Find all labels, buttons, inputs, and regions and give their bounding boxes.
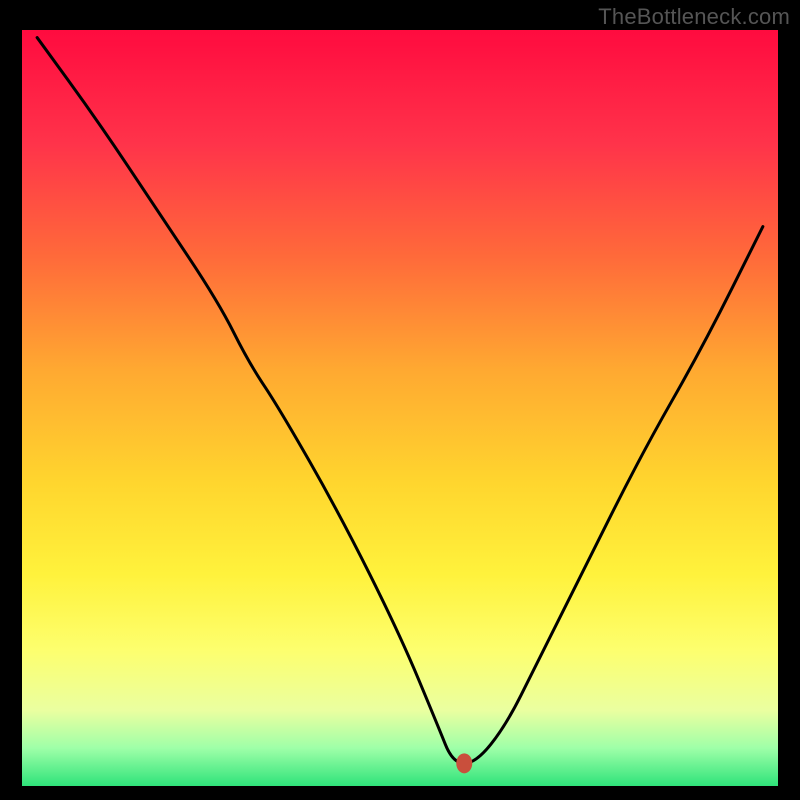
chart-container: TheBottleneck.com xyxy=(0,0,800,800)
optimal-point-marker xyxy=(456,753,472,773)
bottleneck-chart xyxy=(0,0,800,800)
gradient-background xyxy=(22,30,778,786)
watermark-text: TheBottleneck.com xyxy=(598,4,790,30)
